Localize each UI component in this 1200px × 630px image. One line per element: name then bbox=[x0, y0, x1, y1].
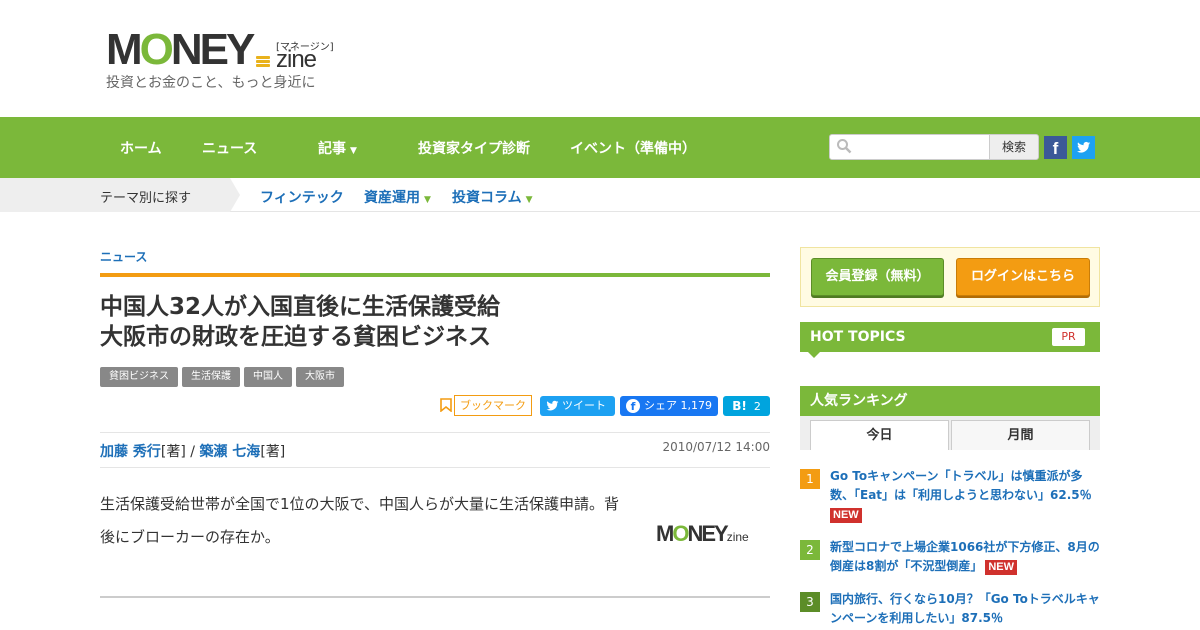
facebook-icon[interactable]: f bbox=[1044, 136, 1067, 159]
article-lead: 生活保護受給世帯が全国で1位の大阪で、中国人らが大量に生活保護申請。背後にブロー… bbox=[100, 495, 619, 546]
authors: 加藤 秀行[著] / 築瀬 七海[著] bbox=[100, 444, 286, 460]
tag[interactable]: 大阪市 bbox=[296, 367, 344, 387]
tag[interactable]: 生活保護 bbox=[182, 367, 240, 387]
theme-bar: テーマ別に探す フィンテック 資産運用 ▼ 投資コラム ▼ bbox=[0, 178, 1200, 212]
caret-down-icon: ▼ bbox=[424, 195, 431, 205]
twitter-bird-icon bbox=[546, 400, 559, 411]
site-tagline: 投資とお金のこと、もっと身近に bbox=[106, 75, 316, 91]
nav-item-events[interactable]: イベント（準備中） bbox=[570, 138, 696, 158]
publish-date: 2010/07/12 14:00 bbox=[662, 440, 770, 454]
caret-down-icon: ▼ bbox=[525, 195, 533, 205]
nav-item-investor-type[interactable]: 投資家タイプ診断 bbox=[418, 138, 530, 158]
search-button[interactable]: 検索 bbox=[989, 134, 1039, 160]
hot-topics-header: HOT TOPICS PR bbox=[800, 322, 1100, 358]
nav-item-articles[interactable]: 記事 ▼ bbox=[318, 138, 357, 158]
register-button[interactable]: 会員登録（無料） bbox=[811, 258, 944, 296]
hatena-count: 2 bbox=[753, 400, 761, 413]
rank-number: 1 bbox=[800, 469, 820, 489]
rank-number: 3 bbox=[800, 592, 820, 612]
bookmark-icon bbox=[440, 398, 452, 412]
tweet-button[interactable]: ツイート bbox=[540, 396, 615, 416]
nav-item-home[interactable]: ホーム bbox=[120, 138, 162, 158]
theme-link-asset-management[interactable]: 資産運用 ▼ bbox=[364, 187, 431, 207]
caret-down-icon: ▼ bbox=[350, 146, 357, 156]
facebook-icon: f bbox=[626, 399, 640, 413]
tab-today[interactable]: 今日 bbox=[810, 420, 949, 450]
logo-zine: zine bbox=[276, 46, 317, 73]
ranking-tabs: 今日 月間 bbox=[800, 416, 1100, 450]
ranking-link[interactable]: 新型コロナで上場企業1066社が下方修正、8月の倒産は8割が「不況型倒産」 NEW bbox=[830, 538, 1100, 576]
tag[interactable]: 中国人 bbox=[244, 367, 292, 387]
new-badge: NEW bbox=[985, 560, 1018, 575]
tag-list: 貧困ビジネス 生活保護 中国人 大阪市 bbox=[100, 364, 348, 387]
search-input[interactable] bbox=[829, 134, 990, 160]
search-icon bbox=[837, 139, 852, 154]
pr-badge: PR bbox=[1052, 328, 1085, 346]
tag[interactable]: 貧困ビジネス bbox=[100, 367, 178, 387]
author-link[interactable]: 築瀬 七海 bbox=[199, 444, 260, 460]
twitter-icon[interactable] bbox=[1072, 136, 1095, 159]
ranking-link[interactable]: 国内旅行、行くなら10月？「Go Toトラベルキャンペーンを利用したい」87.5… bbox=[830, 590, 1100, 628]
main-nav: ホーム ニュース 記事 ▼ 投資家タイプ診断 イベント（準備中） 検索 f bbox=[0, 117, 1200, 178]
author-link[interactable]: 加藤 秀行 bbox=[100, 444, 161, 460]
facebook-share-button[interactable]: f シェア 1,179 bbox=[620, 396, 718, 416]
coin-stack-icon bbox=[256, 56, 270, 70]
author-row: 加藤 秀行[著] / 築瀬 七海[著] 2010/07/12 14:00 bbox=[100, 432, 770, 468]
login-button[interactable]: ログインはこちら bbox=[956, 258, 1090, 296]
theme-label: テーマ別に探す bbox=[0, 178, 230, 212]
new-badge: NEW bbox=[830, 508, 862, 523]
theme-arrow bbox=[230, 178, 240, 212]
share-count: 1,179 bbox=[680, 399, 713, 412]
category-divider bbox=[100, 273, 770, 277]
ranking-header: 人気ランキング bbox=[800, 386, 1100, 416]
logo-wordmark: MONEY bbox=[106, 25, 255, 74]
tab-monthly[interactable]: 月間 bbox=[951, 420, 1090, 450]
rank-number: 2 bbox=[800, 540, 820, 560]
theme-link-fintech[interactable]: フィンテック bbox=[260, 187, 344, 207]
theme-link-investment-column[interactable]: 投資コラム ▼ bbox=[452, 187, 533, 207]
site-header: MONEY [マネージン] zine 投資とお金のこと、もっと身近に bbox=[0, 0, 1200, 117]
member-box: 会員登録（無料） ログインはこちら bbox=[800, 247, 1100, 307]
nav-item-news[interactable]: ニュース bbox=[202, 138, 257, 158]
moneyzine-logo: MONEYzine bbox=[656, 521, 749, 546]
hatena-bookmark-button[interactable]: B! 2 bbox=[723, 396, 770, 416]
divider bbox=[100, 596, 770, 598]
article-category[interactable]: ニュース bbox=[100, 248, 147, 265]
article-title: 中国人32人が入国直後に生活保護受給 大阪市の財政を圧迫する貧困ビジネス bbox=[100, 294, 501, 350]
ranking-link[interactable]: Go Toキャンペーン「トラベル」は慎重派が多数、「Eat」は「利用しようと思わ… bbox=[830, 467, 1100, 524]
